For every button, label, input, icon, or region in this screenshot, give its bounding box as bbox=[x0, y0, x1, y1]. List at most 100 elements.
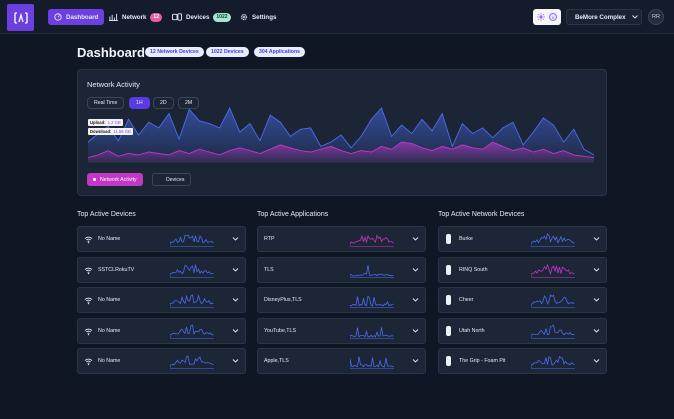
sparkline bbox=[531, 356, 575, 370]
wifi-icon bbox=[84, 359, 93, 366]
nav-devices-label: Devices bbox=[186, 13, 210, 21]
nav-dashboard-label: Dashboard bbox=[66, 13, 99, 21]
network-row-label: RINQ South bbox=[459, 266, 488, 273]
sparkline bbox=[170, 294, 214, 308]
chevron-down-icon bbox=[412, 298, 419, 302]
app-logo[interactable] bbox=[7, 4, 34, 31]
network-row-label: Utah North bbox=[459, 327, 485, 334]
devices-count-badge: 1022 bbox=[213, 12, 231, 22]
nav-devices[interactable]: Devices 1022 bbox=[172, 9, 231, 25]
app-row-label: DisneyPlus,TLS bbox=[264, 297, 302, 304]
legend-devices-toggle[interactable]: Devices bbox=[152, 173, 192, 186]
network-row-label: The Grip - Foam Pit bbox=[459, 358, 506, 365]
site-select-value: BeMore Complex bbox=[575, 13, 626, 21]
device-row[interactable]: SSTCLRokuTV bbox=[77, 256, 246, 283]
sparkline bbox=[350, 295, 394, 308]
network-row[interactable]: Cheer bbox=[438, 287, 607, 314]
device-row[interactable]: No Name bbox=[77, 317, 246, 344]
upload-label: Upload: bbox=[90, 120, 106, 125]
download-value: 11.56 GB bbox=[113, 129, 131, 134]
app-row[interactable]: TLS bbox=[257, 256, 426, 283]
access-point-icon bbox=[446, 356, 451, 367]
applications-pill[interactable]: 304 Applications bbox=[254, 47, 306, 57]
nav-settings-label: Settings bbox=[252, 13, 277, 21]
site-select[interactable]: BeMore Complex bbox=[566, 9, 642, 25]
chevron-down-icon bbox=[593, 328, 600, 333]
upload-value: 1.2 GB bbox=[107, 120, 121, 125]
access-point-icon bbox=[446, 234, 451, 244]
chevron-down-icon bbox=[412, 237, 419, 241]
legend-network-activity-toggle[interactable]: Network Activity bbox=[87, 173, 143, 186]
download-label: Download: bbox=[90, 129, 112, 134]
wifi-icon bbox=[84, 297, 93, 305]
chevron-down-icon bbox=[593, 359, 600, 364]
network-row[interactable]: RINQ South bbox=[438, 256, 607, 283]
device-row[interactable]: No Name bbox=[77, 287, 246, 314]
avatar[interactable]: RR bbox=[648, 9, 664, 25]
network-row[interactable]: Burke bbox=[438, 226, 607, 252]
chevron-down-icon bbox=[593, 267, 600, 272]
chevron-down-icon bbox=[232, 328, 239, 333]
theme-count: 0 bbox=[549, 13, 557, 21]
sparkline bbox=[170, 264, 214, 278]
app-row-label: TLS bbox=[264, 266, 274, 273]
legend-dot-icon bbox=[159, 178, 162, 181]
app-row-label: YouTube,TLS bbox=[264, 327, 297, 334]
network-icon bbox=[109, 13, 118, 21]
top-navigation-bar: Dashboard Network 12 Devices 1022 Settin… bbox=[0, 0, 674, 34]
app-row[interactable]: RTP bbox=[257, 226, 426, 252]
sparkline bbox=[170, 234, 214, 247]
app-row-label: Apple,TLS bbox=[264, 358, 289, 365]
devices-icon bbox=[172, 13, 182, 21]
network-count-badge: 12 bbox=[150, 12, 162, 22]
sun-icon bbox=[537, 13, 545, 21]
top-devices-title: Top Active Devices bbox=[77, 211, 136, 218]
sparkline bbox=[350, 327, 394, 339]
device-row[interactable]: No Name bbox=[77, 348, 246, 375]
legend-network-activity-label: Network Activity bbox=[100, 176, 137, 183]
theme-toggle[interactable]: 0 bbox=[533, 9, 561, 25]
sparkline bbox=[531, 294, 575, 308]
app-row[interactable]: Apple,TLS bbox=[257, 348, 426, 375]
chevron-down-icon bbox=[631, 15, 638, 19]
sparkline bbox=[531, 233, 575, 247]
nav-network[interactable]: Network 12 bbox=[109, 9, 162, 25]
chevron-down-icon bbox=[232, 267, 239, 272]
device-row-label: No Name bbox=[98, 297, 121, 304]
network-row[interactable]: Utah North bbox=[438, 317, 607, 344]
gear-icon bbox=[240, 13, 248, 21]
nav-dashboard[interactable]: Dashboard bbox=[48, 9, 105, 25]
chevron-down-icon bbox=[412, 359, 419, 364]
chevron-down-icon bbox=[593, 237, 600, 241]
network-activity-card: Network Activity Real Time 1H 2D 2M Uplo… bbox=[77, 69, 607, 196]
wifi-icon bbox=[84, 236, 93, 244]
nav-settings[interactable]: Settings bbox=[240, 9, 276, 25]
access-point-icon bbox=[446, 264, 451, 275]
upload-tooltip: Upload: 1.2 GB bbox=[88, 119, 123, 126]
nav-network-label: Network bbox=[122, 13, 147, 21]
app-row[interactable]: DisneyPlus,TLS bbox=[257, 287, 426, 314]
network-row-label: Burke bbox=[459, 236, 473, 242]
dashboard-icon bbox=[54, 13, 62, 21]
top-apps-title: Top Active Applications bbox=[257, 211, 329, 218]
access-point-icon bbox=[446, 295, 451, 306]
device-row-label: No Name bbox=[98, 358, 121, 365]
download-tooltip: Download: 11.56 GB bbox=[88, 128, 133, 135]
app-row-label: RTP bbox=[264, 236, 275, 242]
legend-dot-icon bbox=[93, 178, 96, 181]
device-row[interactable]: No Name bbox=[77, 226, 246, 252]
network-row[interactable]: The Grip - Foam Pit bbox=[438, 348, 607, 375]
sparkline bbox=[350, 264, 394, 278]
app-row[interactable]: YouTube,TLS bbox=[257, 317, 426, 344]
chevron-down-icon bbox=[232, 359, 239, 364]
sparkline bbox=[350, 234, 394, 247]
top-network-title: Top Active Network Devices bbox=[438, 211, 525, 218]
devices-pill[interactable]: 1022 Devices bbox=[206, 47, 249, 57]
device-row-label: No Name bbox=[98, 236, 121, 242]
chevron-down-icon bbox=[412, 328, 419, 333]
legend-devices-label: Devices bbox=[166, 176, 185, 183]
sparkline bbox=[531, 324, 575, 339]
chevron-down-icon bbox=[593, 298, 600, 302]
sparkline bbox=[170, 356, 214, 370]
network-devices-pill[interactable]: 12 Network Devices bbox=[145, 47, 204, 57]
